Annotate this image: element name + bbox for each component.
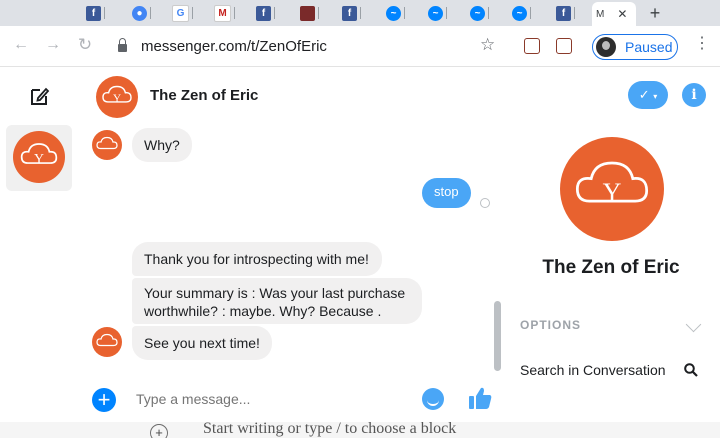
new-tab-button[interactable]: + — [644, 2, 666, 24]
message-bubble-incoming[interactable]: See you next time! — [132, 326, 272, 360]
message-bubble-incoming[interactable]: Thank you for introspecting with me! — [132, 242, 382, 276]
messenger-icon: ~ — [428, 5, 443, 21]
active-tab-label: M — [596, 8, 605, 20]
url-text: messenger.com/t/ZenOfEric — [141, 37, 327, 55]
messenger-icon: ~ — [386, 5, 401, 21]
search-in-conversation[interactable]: Search in Conversation — [520, 362, 666, 378]
editor-placeholder: Start writing or type / to choose a bloc… — [203, 422, 457, 437]
tab-messenger[interactable]: ~ — [466, 3, 504, 23]
tab-photo[interactable] — [296, 3, 334, 23]
tab-separator — [234, 7, 235, 19]
add-block-icon[interactable]: + — [150, 424, 168, 438]
search-icon[interactable] — [684, 363, 698, 377]
tab-separator — [274, 7, 275, 19]
tab-separator — [150, 7, 151, 19]
extension-mail-icon[interactable] — [524, 38, 540, 54]
reload-icon[interactable]: ↻ — [74, 34, 96, 56]
zen-avatar-large: Y — [560, 137, 664, 241]
options-label[interactable]: OPTIONS — [520, 318, 581, 332]
compose-icon[interactable] — [28, 85, 50, 107]
emoji-icon[interactable] — [422, 388, 444, 410]
conversation-title[interactable]: The Zen of Eric — [150, 87, 258, 104]
chevron-down-icon[interactable] — [685, 316, 702, 333]
facebook-icon: f — [256, 5, 271, 21]
thumbs-up-icon[interactable] — [466, 384, 494, 412]
svg-text:Y: Y — [603, 178, 622, 207]
tab-separator — [404, 7, 405, 19]
sent-indicator-icon — [480, 198, 490, 208]
tab-messenger[interactable]: ~ — [382, 3, 420, 23]
tab-separator — [104, 7, 105, 19]
svg-text:Y: Y — [113, 93, 121, 105]
profile-button[interactable]: Paused — [592, 34, 678, 60]
lock-icon — [118, 38, 127, 52]
google-icon: G — [172, 4, 189, 22]
conversation-toggle-button[interactable]: ✓ ▾ — [628, 81, 668, 109]
zen-avatar[interactable]: Y — [13, 131, 65, 183]
menu-kebab-icon[interactable]: ⋮ — [694, 36, 710, 52]
photo-icon — [300, 5, 315, 21]
account-icon: ● — [132, 5, 147, 21]
facebook-icon: f — [556, 5, 571, 21]
tab-separator — [192, 7, 193, 19]
tab-messenger-active[interactable]: M ✕ — [592, 2, 636, 26]
conversation-details-panel: ✓ ▾ i Y The Zen of Eric OPTIONS Search i… — [502, 67, 720, 422]
tab-facebook[interactable]: f — [252, 3, 290, 23]
message-bubble-incoming[interactable]: Your summary is : Was your last purchase… — [132, 278, 422, 324]
message-input[interactable] — [124, 384, 442, 414]
tab-facebook[interactable]: f — [338, 3, 376, 23]
conversation-list: Y — [0, 67, 78, 438]
zen-avatar — [92, 130, 122, 160]
details-title: The Zen of Eric — [542, 257, 680, 278]
svg-text:Y: Y — [34, 151, 44, 166]
gmail-icon: M — [214, 4, 231, 22]
tab-facebook[interactable]: f — [82, 3, 120, 23]
scrollbar-thumb[interactable] — [494, 301, 501, 371]
tab-separator — [446, 7, 447, 19]
back-icon[interactable]: ← — [10, 34, 32, 56]
editor-background: + Start writing or type / to choose a bl… — [0, 422, 720, 438]
tab-messenger[interactable]: ~ — [424, 3, 462, 23]
profile-avatar — [596, 37, 616, 57]
chat-header: Y The Zen of Eric — [78, 67, 502, 125]
message-bubble-incoming[interactable]: Why? — [132, 128, 192, 162]
tab-account[interactable]: ● — [128, 3, 166, 23]
message-thread: Why? stop Thank you for introspecting wi… — [78, 125, 502, 378]
tab-facebook[interactable]: f — [552, 3, 590, 23]
tab-separator — [488, 7, 489, 19]
tab-separator — [360, 7, 361, 19]
browser-tab-strip: f ● G Mf f ~ ~ ~ ~ f M ✕ + — [0, 0, 720, 26]
tab-separator — [574, 7, 575, 19]
tab-gmail[interactable]: M — [210, 3, 248, 23]
messenger-icon: ~ — [470, 5, 485, 21]
profile-status: Paused — [625, 39, 673, 55]
facebook-icon: f — [86, 5, 101, 21]
tab-messenger[interactable]: ~ — [508, 3, 546, 23]
window-edge — [716, 67, 720, 422]
extension-media-icon[interactable] — [556, 38, 572, 54]
bookmark-star-icon[interactable]: ☆ — [480, 35, 495, 55]
tab-separator — [530, 7, 531, 19]
address-bar[interactable]: messenger.com/t/ZenOfEric — [118, 34, 327, 58]
add-attachment-button[interactable]: + — [92, 388, 116, 412]
close-tab-icon[interactable]: ✕ — [617, 7, 627, 21]
message-composer: + — [78, 378, 502, 422]
browser-toolbar: ← → ↻ messenger.com/t/ZenOfEric ☆ Paused… — [0, 26, 720, 67]
tab-separator — [318, 7, 319, 19]
zen-avatar — [92, 327, 122, 357]
info-icon[interactable]: i — [682, 83, 706, 107]
tab-google[interactable]: G — [168, 3, 206, 23]
forward-icon[interactable]: → — [42, 34, 64, 56]
messenger-icon: ~ — [512, 5, 527, 21]
zen-avatar[interactable]: Y — [96, 76, 138, 118]
message-bubble-outgoing[interactable]: stop — [422, 178, 471, 208]
facebook-icon: f — [342, 5, 357, 21]
thread-scrollbar[interactable] — [494, 125, 502, 378]
